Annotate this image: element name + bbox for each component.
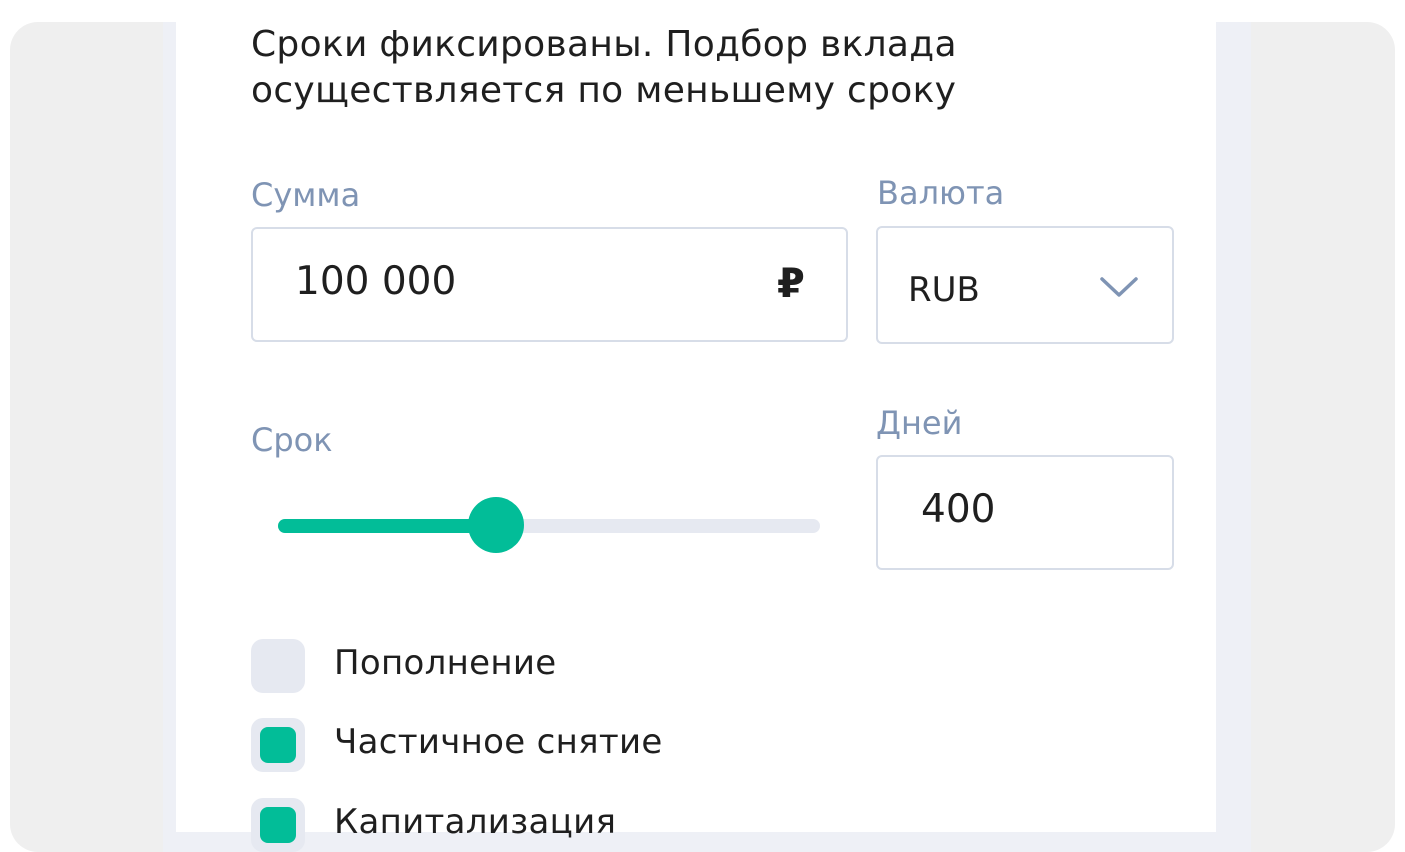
ruble-sign-icon: ₽ xyxy=(777,261,805,307)
term-slider-fill xyxy=(278,519,495,533)
partial-withdrawal-label: Частичное снятие xyxy=(334,722,663,762)
amount-label: Сумма xyxy=(251,176,361,214)
days-input[interactable]: 400 xyxy=(876,455,1174,570)
days-value: 400 xyxy=(921,487,996,532)
replenishment-label: Пополнение xyxy=(334,643,557,683)
term-label: Срок xyxy=(251,421,333,459)
terms-note-line-1: Сроки фиксированы. Подбор вклада xyxy=(251,24,957,65)
terms-note: Сроки фиксированы. Подбор вклада осущест… xyxy=(251,22,1151,114)
capitalization-checkbox[interactable] xyxy=(251,798,305,852)
terms-note-line-2: осуществляется по меньшему сроку xyxy=(251,70,957,111)
deposit-calculator-card xyxy=(176,0,1216,832)
days-label: Дней xyxy=(876,404,963,442)
amount-value: 100 000 xyxy=(295,259,457,304)
checked-mark xyxy=(260,727,296,763)
chevron-down-icon xyxy=(1100,277,1138,297)
capitalization-label: Капитализация xyxy=(334,802,617,842)
currency-value: RUB xyxy=(908,270,980,310)
currency-label: Валюта xyxy=(877,174,1005,212)
partial-withdrawal-checkbox[interactable] xyxy=(251,718,305,772)
replenishment-checkbox[interactable] xyxy=(251,639,305,693)
term-slider-handle[interactable] xyxy=(468,497,524,553)
amount-input[interactable]: 100 000 ₽ xyxy=(251,227,848,342)
currency-select[interactable]: RUB xyxy=(876,226,1174,344)
term-slider-track[interactable] xyxy=(278,519,820,533)
checked-mark xyxy=(260,807,296,843)
